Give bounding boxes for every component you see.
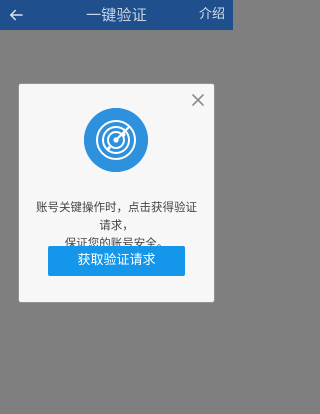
about-link[interactable]: 介绍 (199, 7, 225, 23)
verification-dialog: 账号关键操作时，点击获得验证请求， 保证您的账号安全。 获取验证请求 (19, 84, 214, 302)
message-line-1: 账号关键操作时，点击获得验证请求， (36, 200, 197, 232)
close-icon (192, 94, 204, 106)
app-bar: 一键验证 介绍 (0, 0, 233, 30)
verification-message: 账号关键操作时，点击获得验证请求， 保证您的账号安全。 (31, 198, 202, 252)
radar-scan-icon (84, 108, 148, 172)
request-verification-button[interactable]: 获取验证请求 (48, 246, 185, 276)
close-button[interactable] (191, 92, 205, 106)
